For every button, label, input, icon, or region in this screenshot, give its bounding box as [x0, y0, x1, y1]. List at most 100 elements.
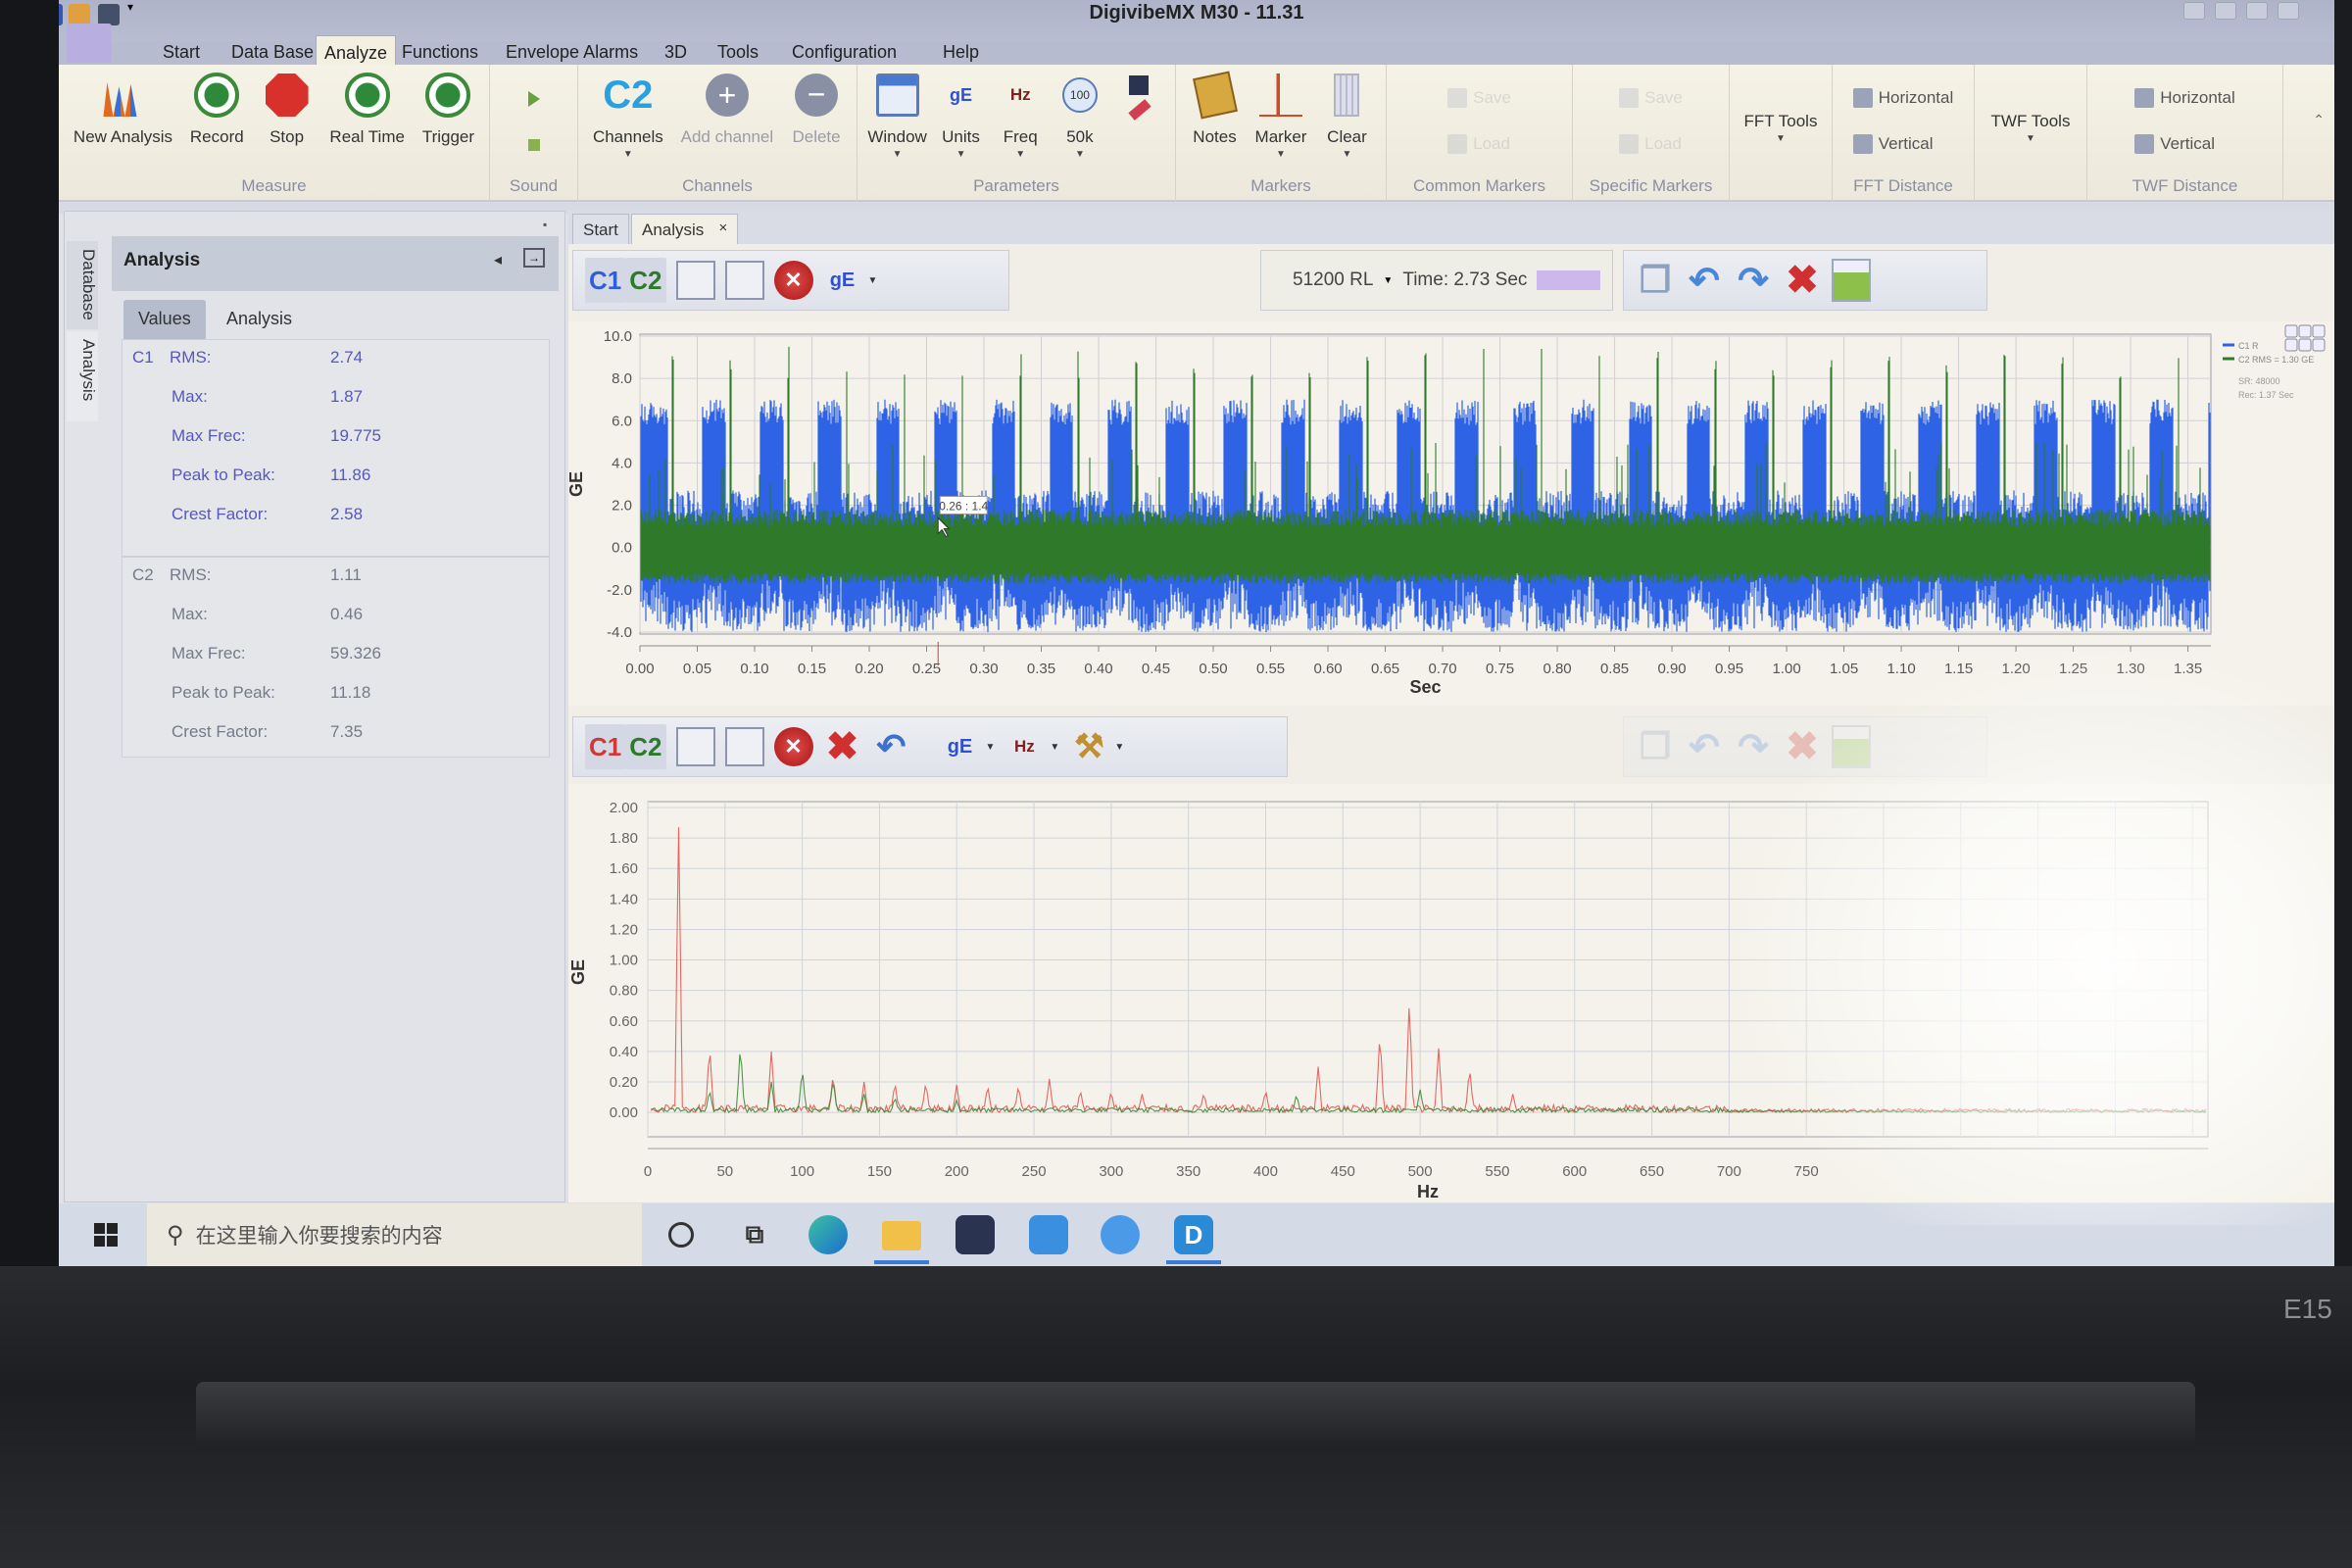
record-button[interactable]: Record	[190, 69, 244, 172]
undo-icon[interactable]: ↶	[872, 724, 911, 769]
tools-icon[interactable]: ⚒	[1069, 724, 1108, 769]
collapse-arrow-icon[interactable]: ◂	[494, 250, 502, 270]
undo-icon[interactable]: ↶	[1685, 258, 1724, 303]
save-eraser-button[interactable]	[1114, 69, 1165, 172]
pin-icon[interactable]: ▪	[543, 218, 547, 231]
clear-markers-icon[interactable]: ✕	[773, 727, 813, 766]
export-icon[interactable]	[1832, 259, 1871, 302]
redo-icon[interactable]: ↷	[1734, 724, 1773, 769]
channels-button[interactable]: C2 Channels ▼	[593, 69, 663, 172]
menu-tab-start[interactable]: Start	[155, 41, 208, 65]
menu-tab-3d[interactable]: 3D	[657, 41, 695, 65]
vertical-cursor-icon[interactable]	[724, 727, 764, 766]
record-length-dropdown[interactable]: 51200 RL	[1293, 270, 1373, 291]
task-view-icon[interactable]: ⧉	[735, 1215, 774, 1254]
load-button[interactable]: Load	[1447, 133, 1511, 154]
copy-icon[interactable]: ❐	[1636, 258, 1675, 303]
help-window-icon[interactable]	[2183, 2, 2205, 20]
menu-tab-analyze[interactable]: Analyze	[316, 35, 397, 65]
vertical-cursor-icon[interactable]	[724, 261, 764, 300]
store-icon[interactable]	[956, 1215, 995, 1254]
freq-unit-dropdown[interactable]: Hz	[1004, 724, 1044, 769]
freq-button[interactable]: Hz Freq ▼	[995, 69, 1046, 172]
menu-tab-envelope-alarms[interactable]: Envelope Alarms	[498, 41, 646, 65]
zoom-fit-icon[interactable]	[2312, 324, 2326, 338]
zoom-in-icon[interactable]	[2298, 338, 2312, 352]
unit-dropdown[interactable]: gE	[823, 258, 862, 303]
trigger-button[interactable]: Trigger	[422, 69, 474, 172]
pan-icon[interactable]	[2298, 324, 2312, 338]
c2-toggle-button[interactable]: C2	[625, 724, 666, 769]
clear-button[interactable]: Clear ▼	[1321, 69, 1372, 172]
ribbon-minimize-icon[interactable]: ⌃	[2313, 112, 2325, 128]
real-time-button[interactable]: Real Time	[329, 69, 405, 172]
menu-tab-functions[interactable]: Functions	[394, 41, 486, 65]
tab-values[interactable]: Values	[123, 300, 206, 339]
undo-icon[interactable]: ↶	[1685, 724, 1724, 769]
fft-chart-svg[interactable]: 0 50 100 150 200 250 300 350 400 450 500 550 600 650 7…	[568, 784, 2334, 1202]
twf-chart-svg[interactable]: 0.00 0.05 0.10 0.15 0.20 0.25 0.30 0.35 0.40 0.45…	[566, 321, 2334, 706]
stop-button[interactable]: Stop	[262, 69, 313, 172]
maximize-button[interactable]	[2246, 2, 2268, 20]
side-tab-analysis[interactable]: Analysis	[67, 331, 98, 421]
unit-dropdown[interactable]: gE	[941, 724, 980, 769]
new-analysis-button[interactable]: New Analysis	[74, 69, 172, 172]
unit-dropdown-arrow-icon[interactable]: ▼	[868, 275, 878, 286]
zoom-out-icon[interactable]	[2312, 338, 2326, 352]
doc-tab-start[interactable]: Start	[572, 214, 629, 244]
horizontal-button[interactable]: Horizontal	[2134, 87, 2235, 108]
clock-app-icon[interactable]	[1101, 1215, 1140, 1254]
c1-toggle-button[interactable]: C1	[585, 258, 626, 303]
mail-icon[interactable]	[1029, 1215, 1068, 1254]
unit-dropdown-arrow-icon[interactable]: ▼	[986, 742, 996, 753]
cortana-icon[interactable]	[668, 1222, 694, 1248]
play-button[interactable]	[518, 81, 550, 117]
app-menu-button[interactable]	[67, 24, 112, 63]
doc-tab-analysis[interactable]: Analysis ×	[631, 214, 739, 244]
horizontal-button[interactable]: Horizontal	[1852, 87, 1953, 108]
load-button[interactable]: Load	[1619, 133, 1683, 154]
dock-icon[interactable]: →	[523, 248, 545, 268]
windows-start-icon[interactable]	[94, 1223, 118, 1247]
menu-tab-tools[interactable]: Tools	[710, 41, 766, 65]
fft-tools-button[interactable]: FFT Tools ▼	[1744, 69, 1818, 172]
stop-square-button[interactable]	[518, 129, 550, 161]
zoom-icon[interactable]	[2284, 338, 2298, 352]
menu-tab-configuration[interactable]: Configuration	[784, 41, 905, 65]
pause-icon[interactable]	[2284, 324, 2298, 338]
add-channel-button[interactable]: + Add channel	[681, 69, 773, 172]
save-button[interactable]: Save	[1447, 87, 1511, 108]
c1-toggle-button[interactable]: C1	[585, 724, 626, 769]
units-button[interactable]: gE Units ▼	[936, 69, 987, 172]
save-button[interactable]: Save	[1619, 87, 1683, 108]
twf-tools-button[interactable]: TWF Tools ▼	[1991, 69, 2071, 172]
freq-unit-arrow-icon[interactable]: ▼	[1050, 742, 1059, 753]
fft-chart[interactable]: 0 50 100 150 200 250 300 350 400 450 500 550 600 650 7…	[568, 784, 2334, 1202]
edge-icon[interactable]	[808, 1215, 848, 1254]
horizontal-cursor-icon[interactable]	[675, 727, 715, 766]
tab-analysis[interactable]: Analysis	[212, 300, 307, 339]
export-icon[interactable]	[1832, 725, 1871, 768]
delete-icon[interactable]: ✖	[1783, 258, 1822, 303]
marker-button[interactable]: Marker ▼	[1255, 69, 1306, 172]
side-tab-database[interactable]: Database	[67, 241, 98, 329]
vertical-button[interactable]: Vertical	[2134, 133, 2235, 154]
minimize-button[interactable]	[2215, 2, 2236, 20]
50k-button[interactable]: 100 50k ▼	[1054, 69, 1105, 172]
tools-dropdown-arrow-icon[interactable]: ▼	[1114, 742, 1124, 753]
delete-icon[interactable]: ✖	[1783, 724, 1822, 769]
horizontal-cursor-icon[interactable]	[675, 261, 715, 300]
delete-icon[interactable]: ✖	[823, 724, 862, 769]
delete-button[interactable]: − Delete	[791, 69, 842, 172]
twf-chart[interactable]: 0.00 0.05 0.10 0.15 0.20 0.25 0.30 0.35 0.40 0.45…	[566, 321, 2334, 706]
copy-icon[interactable]: ❐	[1636, 724, 1675, 769]
menu-tab-data-base[interactable]: Data Base	[223, 41, 321, 65]
vertical-button[interactable]: Vertical	[1852, 133, 1954, 154]
clear-markers-icon[interactable]: ✕	[773, 261, 813, 300]
menu-tab-help[interactable]: Help	[921, 41, 987, 65]
close-tab-icon[interactable]: ×	[719, 220, 728, 236]
record-length-arrow-icon[interactable]: ▼	[1383, 275, 1393, 286]
file-explorer-icon[interactable]	[882, 1221, 921, 1250]
close-window-button[interactable]	[2278, 2, 2299, 20]
notes-button[interactable]: Notes	[1190, 69, 1241, 172]
